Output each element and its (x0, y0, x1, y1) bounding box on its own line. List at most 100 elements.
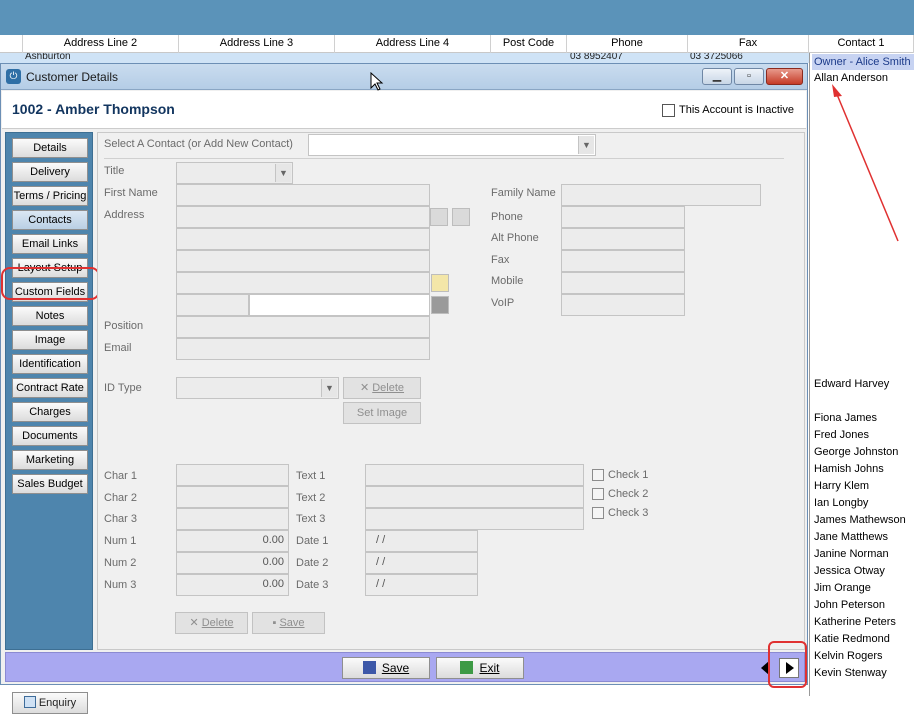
lookup-icon[interactable] (431, 296, 449, 314)
nav-marketing[interactable]: Marketing (12, 450, 88, 470)
check-3-checkbox[interactable] (592, 507, 604, 519)
exit-button[interactable]: Exit (436, 657, 524, 679)
contact-list-item[interactable]: Jim Orange (814, 582, 871, 594)
text-3-field[interactable] (365, 508, 584, 530)
address-line-4-field[interactable] (176, 272, 430, 294)
char-1-field[interactable] (176, 464, 289, 486)
address-line-3-field[interactable] (176, 250, 430, 272)
copy-icon[interactable] (452, 208, 470, 226)
check-1-checkbox[interactable] (592, 469, 604, 481)
nav-terms-pricing[interactable]: Terms / Pricing (12, 186, 88, 206)
contact-list-item[interactable]: Katherine Peters (814, 616, 896, 628)
date-3-label: Date 3 (296, 579, 329, 591)
alt-phone-field[interactable] (561, 228, 685, 250)
num-1-field[interactable]: 0.00 (176, 530, 289, 552)
contact-list-item[interactable]: James Mathewson (814, 514, 906, 526)
grid-col-address-line-3[interactable]: Address Line 3 (179, 35, 335, 53)
contact-save-button[interactable]: ▪ Save (252, 612, 325, 634)
exit-button-label: Exit (479, 661, 500, 675)
title-combo[interactable]: ▼ (176, 162, 293, 184)
text-3-label: Text 3 (296, 513, 326, 525)
nav-documents[interactable]: Documents (12, 426, 88, 446)
save-button[interactable]: Save (342, 657, 430, 679)
contact-delete-button[interactable]: ✕ Delete (175, 612, 248, 634)
text-1-field[interactable] (365, 464, 584, 486)
select-contact-combo[interactable]: ▼ (308, 134, 596, 156)
check-2-checkbox[interactable] (592, 488, 604, 500)
nav-contacts[interactable]: Contacts (12, 210, 88, 230)
nav-sales-budget[interactable]: Sales Budget (12, 474, 88, 494)
nav-image[interactable]: Image (12, 330, 88, 350)
postcode-field[interactable] (176, 294, 249, 316)
maximize-button[interactable]: ▫ (734, 68, 764, 85)
address-line-2-field[interactable] (176, 228, 430, 250)
phone-field[interactable] (561, 206, 685, 228)
address-line-1-field[interactable] (176, 206, 430, 228)
close-icon: ✕ (779, 70, 790, 82)
position-field[interactable] (176, 316, 430, 338)
date-2-field[interactable]: / / (365, 552, 478, 574)
grid-col-address-line-2[interactable]: Address Line 2 (23, 35, 179, 53)
voip-field[interactable] (561, 294, 685, 316)
contact-list-item[interactable]: Hamish Johns (814, 463, 884, 475)
email-label: Email (104, 342, 132, 354)
id-type-combo[interactable]: ▼ (176, 377, 339, 399)
contact-list-item[interactable]: Jane Matthews (814, 531, 888, 543)
grid-col-address-line-4[interactable]: Address Line 4 (335, 35, 491, 53)
contact-list-item[interactable]: Janine Norman (814, 548, 889, 560)
nav-email-links[interactable]: Email Links (12, 234, 88, 254)
grid-col-post-code[interactable]: Post Code (491, 35, 567, 53)
contact-list-item[interactable]: Jessica Otway (814, 565, 885, 577)
id-type-label: ID Type (104, 382, 142, 394)
first-name-label: First Name (104, 187, 158, 199)
contact-list-item[interactable]: Fiona James (814, 412, 877, 424)
mobile-field[interactable] (561, 272, 685, 294)
chevron-down-icon: ▼ (578, 136, 594, 154)
nav-delivery[interactable]: Delivery (12, 162, 88, 182)
suburb-field[interactable] (249, 294, 430, 316)
contact-owner-row[interactable]: Owner - Alice Smith (812, 54, 914, 70)
email-field[interactable] (176, 338, 430, 360)
title-bar[interactable]: ⏻ Customer Details ▁ ▫ ✕ (1, 64, 807, 90)
family-name-field[interactable] (561, 184, 761, 206)
minimize-button[interactable]: ▁ (702, 68, 732, 85)
nav-charges[interactable]: Charges (12, 402, 88, 422)
delete-id-button[interactable]: ✕ Delete (343, 377, 421, 399)
nav-contract-rate[interactable]: Contract Rate (12, 378, 88, 398)
enquiry-button[interactable]: Enquiry (12, 692, 88, 714)
nav-notes[interactable]: Notes (12, 306, 88, 326)
first-name-field[interactable] (176, 184, 430, 206)
close-button[interactable]: ✕ (766, 68, 803, 85)
nav-details[interactable]: Details (12, 138, 88, 158)
num-3-field[interactable]: 0.00 (176, 574, 289, 596)
contact-list-item[interactable]: Ian Longby (814, 497, 868, 509)
char-2-field[interactable] (176, 486, 289, 508)
check-1-label: Check 1 (608, 469, 649, 481)
date-3-field[interactable]: / / (365, 574, 478, 596)
grid-row[interactable]: Ashburton 03 8952407 03 3725066 (0, 53, 810, 63)
contact-list-item[interactable]: Edward Harvey (814, 378, 889, 390)
contact-list-item[interactable]: John Peterson (814, 599, 885, 611)
search-icon[interactable] (430, 208, 448, 226)
contact-list-item[interactable]: Kelvin Rogers (814, 650, 882, 662)
contact-list-item[interactable]: Kevin Stenway (814, 667, 887, 679)
num-2-field[interactable]: 0.00 (176, 552, 289, 574)
filter-icon[interactable] (431, 274, 449, 292)
contact-list-item[interactable]: Harry Klem (814, 480, 869, 492)
char-3-field[interactable] (176, 508, 289, 530)
date-2-label: Date 2 (296, 557, 329, 569)
date-1-field[interactable]: / / (365, 530, 478, 552)
nav-identification[interactable]: Identification (12, 354, 88, 374)
inactive-checkbox[interactable] (662, 104, 675, 117)
position-label: Position (104, 320, 144, 332)
contact-list-item[interactable]: Fred Jones (814, 429, 869, 441)
set-image-button[interactable]: Set Image (343, 402, 421, 424)
grid-col-fax[interactable]: Fax (688, 35, 809, 53)
grid-col-phone[interactable]: Phone (567, 35, 688, 53)
contact-list-item[interactable]: George Johnston (814, 446, 898, 458)
grid-col-contact-1[interactable]: Contact 1 (809, 35, 914, 53)
contact-list-item[interactable]: Katie Redmond (814, 633, 890, 645)
text-2-field[interactable] (365, 486, 584, 508)
grid-header-spacer (0, 35, 23, 53)
fax-field[interactable] (561, 250, 685, 272)
